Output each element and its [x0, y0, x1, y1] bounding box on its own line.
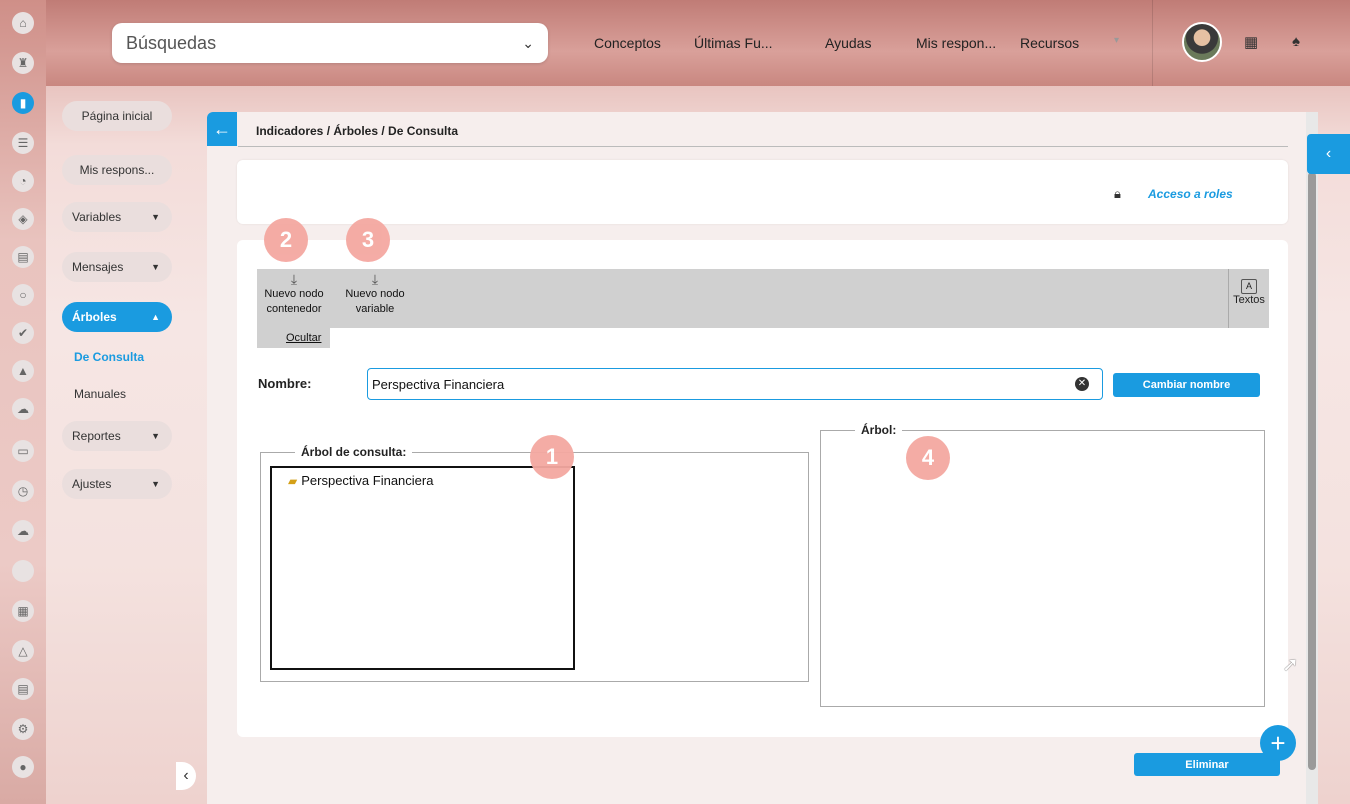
nav-conceptos[interactable]: Conceptos [594, 35, 661, 51]
button-label-line2: contenedor [266, 303, 322, 315]
tree-node[interactable]: ▰ Perspectiva Financiera [288, 473, 433, 488]
clock-icon[interactable]: ◷ [12, 480, 34, 502]
calendar-icon[interactable]: ▦ [1244, 33, 1258, 51]
avatar[interactable] [1182, 22, 1222, 62]
check-icon[interactable]: ✔ [12, 322, 34, 344]
chevron-down-icon: ▼ [151, 431, 160, 441]
home-icon[interactable]: ⌂ [12, 12, 34, 34]
ocultar-link[interactable]: Ocultar [286, 332, 321, 344]
sidebar-item-mensajes[interactable]: Mensajes ▼ [62, 252, 172, 282]
button-label-line2: variable [355, 303, 395, 315]
circle-icon[interactable]: ○ [12, 284, 34, 306]
chevron-down-icon: ▼ [151, 212, 160, 222]
sidebar-subitem-de-consulta[interactable]: De Consulta [74, 350, 144, 364]
calendar-icon[interactable]: ▦ [12, 600, 34, 622]
folder-open-icon: ▰ [288, 474, 298, 488]
plus-icon: + [1270, 728, 1286, 758]
query-tree-legend: Árbol de consulta: [295, 445, 413, 459]
monitor-icon[interactable]: ▭ [12, 440, 34, 462]
sidebar-item-label: Ajustes [72, 477, 112, 491]
sidebar-item-pagina-inicial[interactable]: Página inicial [62, 101, 172, 131]
query-tree-box[interactable] [270, 466, 575, 670]
scrollbar-thumb[interactable] [1308, 172, 1316, 770]
back-button[interactable]: ← [207, 112, 237, 146]
nav-ayudas[interactable]: Ayudas [825, 35, 871, 51]
sidebar-item-label: Reportes [72, 429, 121, 443]
sidebar-item-label: Mensajes [72, 260, 124, 274]
chevron-left-icon: ‹ [183, 767, 189, 784]
list-icon[interactable]: ☰ [12, 132, 34, 154]
pie-icon[interactable]: ◔ [12, 170, 34, 192]
search-box[interactable]: Búsquedas ⌄ [112, 23, 548, 63]
nav-ultimas[interactable]: Últimas Fu... [694, 35, 773, 51]
cloud-icon[interactable]: ☁ [12, 520, 34, 542]
chevron-down-icon[interactable]: ⌄ [522, 35, 534, 52]
sidebar-item-mis-respons[interactable]: Mis respons... [62, 155, 172, 185]
tree-node-label: Perspectiva Financiera [301, 473, 434, 488]
sidebar-item-arboles[interactable]: Árboles ▲ [62, 302, 172, 332]
nav-more-chevron-icon[interactable]: ▾ [1114, 35, 1119, 46]
sidebar-item-variables[interactable]: Variables ▼ [62, 202, 172, 232]
sidebar-item-label: Variables [72, 210, 122, 224]
sidebar-item-ajustes[interactable]: Ajustes ▼ [62, 469, 172, 499]
shield-icon[interactable]: ◈ [12, 208, 34, 230]
tree-legend: Árbol: [855, 423, 903, 437]
step-badge-1: 1 [530, 435, 574, 479]
step-badge-2: 2 [264, 218, 308, 262]
mouse-cursor-icon: ➚ [1282, 654, 1299, 676]
chevron-up-icon: ▲ [151, 312, 160, 322]
bulb-icon[interactable]: ● [12, 756, 34, 778]
access-card [237, 160, 1288, 224]
nav-recursos[interactable]: Recursos [1020, 35, 1079, 51]
texts-label: Textos [1233, 294, 1265, 306]
lock-icon: 🔒︎ [1114, 186, 1121, 201]
blank-icon[interactable] [12, 560, 34, 582]
cloud-small-icon[interactable]: ☁ [12, 398, 34, 420]
right-panel-toggle[interactable]: ‹ [1307, 134, 1350, 174]
name-label: Nombre: [258, 376, 312, 391]
new-container-node-button[interactable]: ⤓ Nuevo nodo contenedor [260, 271, 328, 317]
chevron-left-icon: ‹ [1325, 145, 1332, 162]
sidebar-item-label: Página inicial [81, 109, 153, 123]
button-label-line1: Nuevo nodo [264, 288, 324, 300]
bell-icon[interactable]: ♠ [1292, 33, 1300, 50]
sidebar-item-reportes[interactable]: Reportes ▼ [62, 421, 172, 451]
chevron-down-icon: ▼ [151, 262, 160, 272]
tower-icon[interactable]: ♜ [12, 52, 34, 74]
database-icon[interactable]: ▤ [12, 246, 34, 268]
step-badge-4: 4 [906, 436, 950, 480]
triangle-icon[interactable]: △ [12, 640, 34, 662]
warning-icon[interactable]: ▲ [12, 360, 34, 382]
collapse-sidebar-button[interactable]: ‹ [176, 762, 196, 790]
text-a-icon: A [1241, 279, 1257, 294]
delete-button[interactable]: Eliminar [1134, 753, 1280, 776]
search-placeholder: Búsquedas [126, 32, 217, 53]
clear-icon[interactable]: ✕ [1075, 377, 1089, 391]
access-roles-link[interactable]: Acceso a roles [1148, 187, 1233, 201]
sidebar-item-label: Árboles [72, 310, 117, 324]
left-icon-rail: ⌂ ♜ ▮ ☰ ◔ ◈ ▤ ○ ✔ ▲ ☁ ▭ ◷ ☁ ▦ △ ▤ ⚙ ● [0, 0, 46, 804]
add-fab-button[interactable]: + [1260, 725, 1296, 761]
divider [238, 146, 1288, 147]
download-icon: ⤓ [371, 271, 379, 287]
new-variable-node-button[interactable]: ⤓ Nuevo nodo variable [340, 271, 410, 317]
sidebar-subitem-manuales[interactable]: Manuales [74, 387, 126, 401]
sidebar-item-label: Mis respons... [79, 163, 155, 177]
name-input[interactable] [367, 368, 1103, 400]
rename-button[interactable]: Cambiar nombre [1113, 373, 1260, 397]
chevron-down-icon: ▼ [151, 479, 160, 489]
button-label-line1: Nuevo nodo [345, 288, 405, 300]
nav-mis-respon[interactable]: Mis respon... [916, 35, 996, 51]
gear-icon[interactable]: ⚙ [12, 718, 34, 740]
download-icon: ⤓ [290, 271, 298, 287]
breadcrumb: Indicadores / Árboles / De Consulta [256, 124, 459, 138]
document-icon[interactable]: ▤ [12, 678, 34, 700]
tree-fieldset [820, 430, 1265, 707]
texts-button[interactable]: A Textos [1228, 269, 1269, 328]
step-badge-3: 3 [346, 218, 390, 262]
chart-icon[interactable]: ▮ [12, 92, 34, 114]
arrow-left-icon: ← [213, 118, 231, 139]
